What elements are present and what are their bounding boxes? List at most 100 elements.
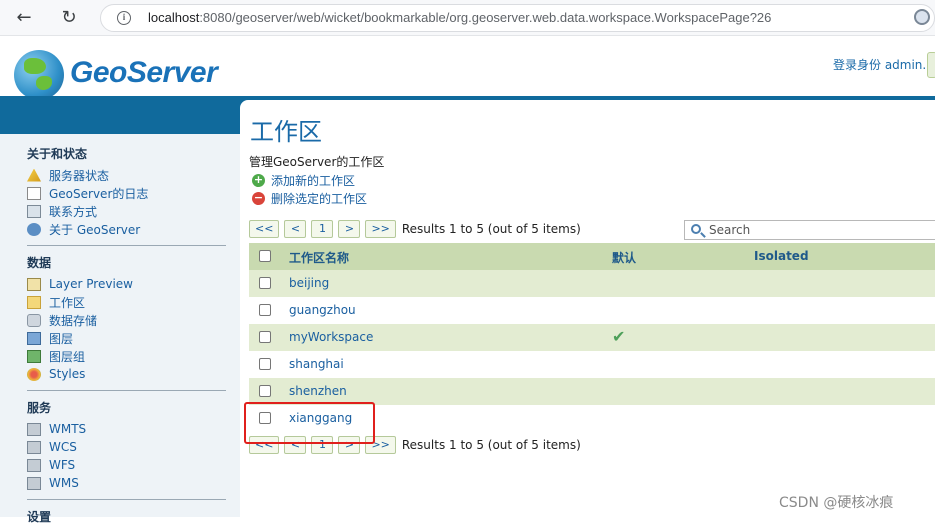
info-icon[interactable]: i [117,11,131,25]
sidebar-divider [27,245,226,246]
add-workspace-label: 添加新的工作区 [271,173,356,188]
row-checkbox[interactable] [259,358,271,370]
extension-icon[interactable] [914,9,930,25]
table-row: shenzhen [249,378,935,405]
column-header-name[interactable]: 工作区名称 [289,249,349,266]
service-icon [27,458,41,472]
row-checkbox[interactable] [259,277,271,289]
remove-workspace-link[interactable]: − 删除选定的工作区 [252,190,367,206]
app-header: GeoServer 登录身份 admin. [0,36,935,100]
layer-icon [27,331,41,345]
pager-prev-button[interactable]: < [284,220,307,238]
sidebar-item-label: 图层 [49,331,74,346]
map-preview-icon [27,277,41,291]
reload-icon[interactable]: ↻ [57,6,81,30]
sidebar-item-label: 联系方式 [49,204,98,219]
workspace-link[interactable]: shenzhen [289,384,347,398]
workspace-link[interactable]: guangzhou [289,303,356,317]
sidebar-section-services: 服务 [27,401,52,415]
sidebar-item-wfs[interactable]: WFS [27,456,75,474]
sidebar-section-data: 数据 [27,256,52,270]
sidebar-item-layer-groups[interactable]: 图层组 [27,347,85,365]
contact-card-icon [27,204,41,218]
warning-icon [27,168,41,182]
pager-next-button[interactable]: > [338,220,361,238]
main-content: 工作区 管理GeoServer的工作区 + 添加新的工作区 − 删除选定的工作区… [240,100,935,517]
help-icon [27,222,41,236]
search-input[interactable]: Search [684,220,935,240]
sidebar-item-label: GeoServer的日志 [49,186,149,201]
workspace-link[interactable]: myWorkspace [289,330,373,344]
logo-text: GeoServer [70,56,218,89]
results-count: Results 1 to 5 (out of 5 items) [401,438,581,452]
folder-icon [27,295,41,309]
pager-top: << < 1 > >> Results 1 to 5 (out of 5 ite… [249,219,581,239]
sidebar-item-label: 关于 GeoServer [49,222,141,237]
sidebar-item-label: WMTS [49,422,87,436]
remove-workspace-label: 删除选定的工作区 [271,191,368,206]
results-count: Results 1 to 5 (out of 5 items) [401,222,581,236]
sidebar-item-label: WCS [49,440,77,454]
search-icon [691,224,701,234]
column-header-default[interactable]: 默认 [612,249,636,266]
service-icon [27,440,41,454]
sidebar-item-styles[interactable]: Styles [27,365,85,383]
page-title: 工作区 [250,118,322,146]
select-all-checkbox[interactable] [259,250,271,262]
layer-group-icon [27,349,41,363]
sidebar-item-label: 数据存储 [49,313,98,328]
search-placeholder: Search [709,223,751,237]
address-bar[interactable]: i localhost:8080/geoserver/web/wicket/bo… [100,4,935,32]
sidebar-item-about[interactable]: 关于 GeoServer [27,220,140,238]
sidebar-divider [27,390,226,391]
sidebar-item-label: 工作区 [49,295,86,310]
row-checkbox[interactable] [259,385,271,397]
highlight-annotation [244,402,375,444]
sidebar-divider [27,499,226,500]
sidebar-item-label: WFS [49,458,76,472]
geoserver-globe-icon [14,50,64,100]
browser-toolbar: ← ↻ i localhost:8080/geoserver/web/wicke… [0,0,935,36]
page-description: 管理GeoServer的工作区 [249,155,385,169]
table-row: beijing [249,270,935,297]
sidebar-item-label: 图层组 [49,349,86,364]
sidebar-item-stores[interactable]: 数据存储 [27,311,97,329]
table-row: guangzhou [249,297,935,324]
url-text[interactable]: localhost:8080/geoserver/web/wicket/book… [148,10,771,25]
sidebar-item-server-status[interactable]: 服务器状态 [27,166,109,184]
document-icon [27,186,41,200]
add-workspace-link[interactable]: + 添加新的工作区 [252,172,355,188]
row-checkbox[interactable] [259,304,271,316]
service-icon [27,422,41,436]
sidebar-item-label: Styles [49,367,86,381]
default-check-icon: ✔ [612,327,626,346]
service-icon [27,476,41,490]
sidebar-item-label: WMS [49,476,79,490]
logout-button[interactable] [927,52,935,78]
sidebar-item-contact[interactable]: 联系方式 [27,202,97,220]
database-icon [27,313,41,327]
workspace-link[interactable]: beijing [289,276,329,290]
sidebar-item-workspaces[interactable]: 工作区 [27,293,85,311]
pager-last-button[interactable]: >> [365,220,396,238]
sidebar-item-logs[interactable]: GeoServer的日志 [27,184,148,202]
add-icon: + [252,172,265,187]
login-status: 登录身份 admin. [833,58,927,72]
row-checkbox[interactable] [259,331,271,343]
sidebar-item-wmts[interactable]: WMTS [27,420,86,438]
sidebar-item-wcs[interactable]: WCS [27,438,77,456]
table-row: myWorkspace ✔ [249,324,935,351]
workspace-link[interactable]: shanghai [289,357,344,371]
watermark: CSDN @硬核冰痕 [779,495,894,511]
pager-page-button[interactable]: 1 [311,220,334,238]
back-arrow-icon[interactable]: ← [12,6,36,30]
table-row: shanghai [249,351,935,378]
sidebar-item-layer-preview[interactable]: Layer Preview [27,275,133,293]
pager-first-button[interactable]: << [249,220,280,238]
sidebar-item-label: 服务器状态 [49,168,110,183]
column-header-isolated[interactable]: Isolated [754,249,809,263]
sidebar-item-wms[interactable]: WMS [27,474,79,492]
sidebar-item-layers[interactable]: 图层 [27,329,73,347]
table-header-row: 工作区名称 默认 Isolated [249,243,935,270]
palette-icon [27,367,41,381]
